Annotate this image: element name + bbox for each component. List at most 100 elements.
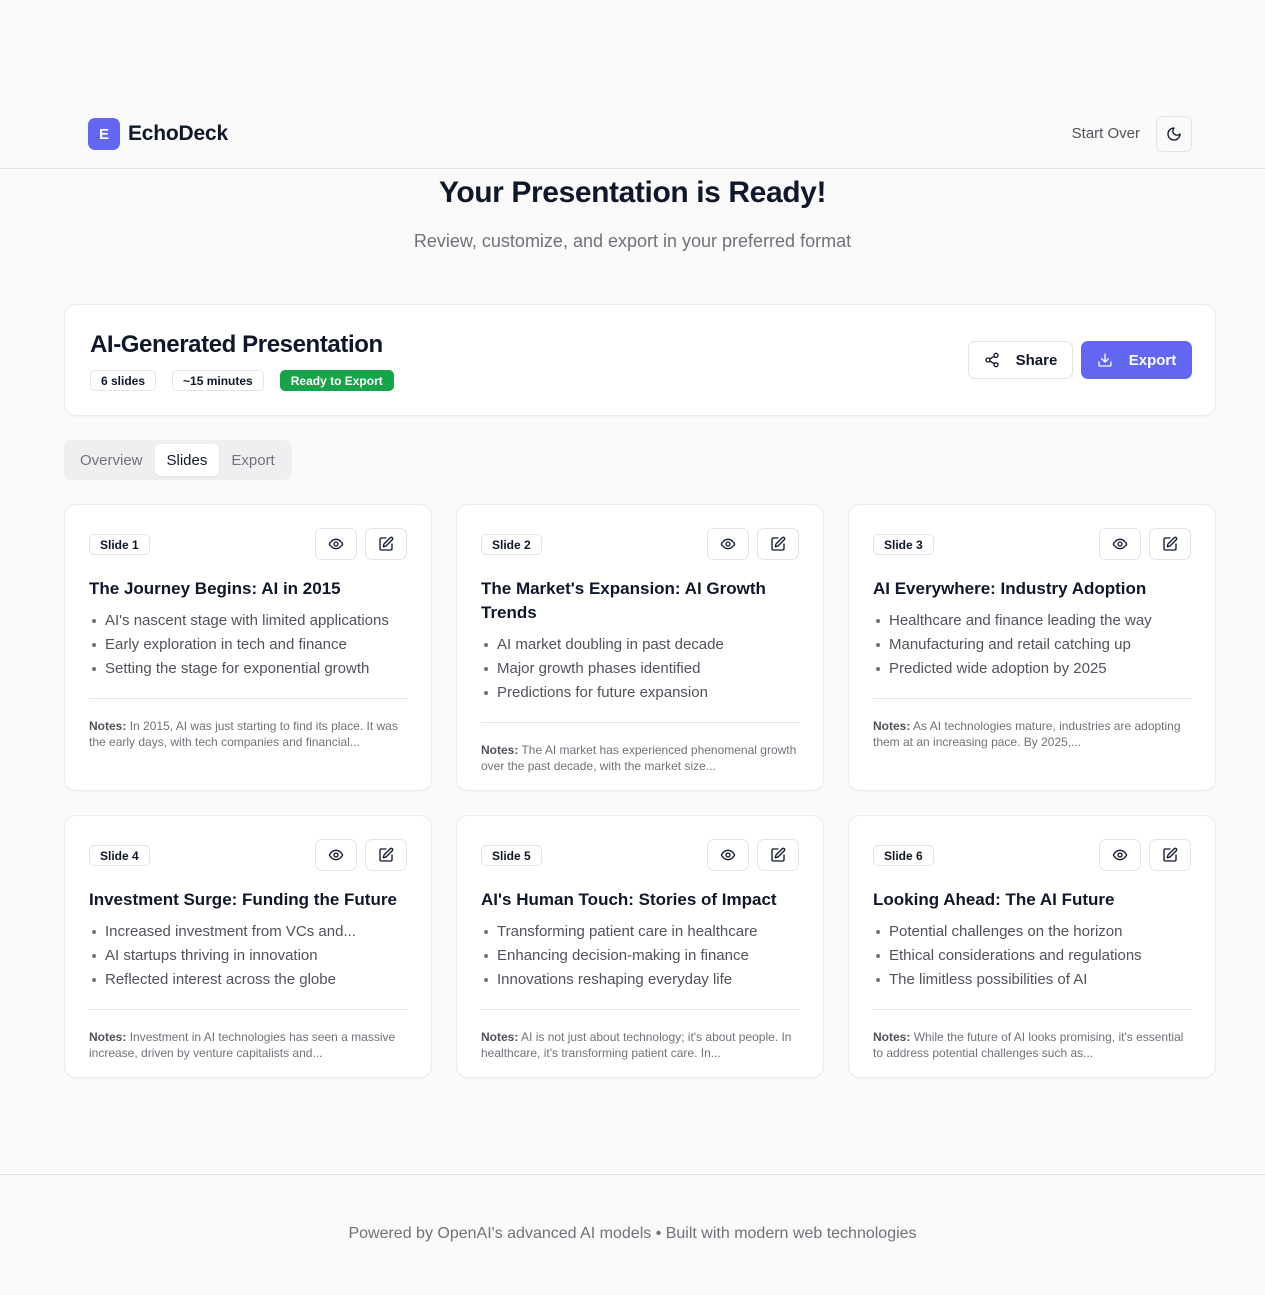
- slide-title: Investment Surge: Funding the Future: [89, 890, 397, 909]
- slide-title: AI Everywhere: Industry Adoption: [873, 579, 1147, 598]
- edit-icon: [378, 847, 394, 863]
- slide-bullet: Ethical considerations and regulations: [873, 944, 1193, 968]
- slide-card: Slide 5 AI's Human Touch: Stories of Imp…: [456, 815, 824, 1078]
- slide-bullet: Increased investment from VCs and...: [89, 920, 409, 944]
- edit-slide-button[interactable]: [1149, 528, 1191, 560]
- tab-export[interactable]: Export: [219, 444, 286, 476]
- slide-number-badge: Slide 1: [89, 534, 150, 555]
- eye-icon: [1112, 536, 1128, 552]
- preview-slide-button[interactable]: [1099, 839, 1141, 871]
- notes-text: Investment in AI technologies has seen a…: [89, 1030, 396, 1060]
- tab-slides[interactable]: Slides: [154, 444, 220, 476]
- slide-number-badge: Slide 4: [89, 845, 150, 866]
- slide-bullets: AI's nascent stage with limited applicat…: [89, 609, 409, 681]
- eye-icon: [720, 536, 736, 552]
- notes-label: Notes:: [481, 743, 519, 757]
- eye-icon: [1112, 847, 1128, 863]
- slide-bullets: Healthcare and finance leading the way Ma…: [873, 609, 1193, 681]
- slide-bullets: Increased investment from VCs and... AI s…: [89, 920, 409, 992]
- app-header: E EchoDeck Start Over: [0, 99, 1265, 169]
- slide-number-badge: Slide 2: [481, 534, 542, 555]
- preview-slide-button[interactable]: [707, 839, 749, 871]
- slide-bullets: Potential challenges on the horizon Ethic…: [873, 920, 1193, 992]
- slide-notes: Notes: As AI technologies mature, indust…: [873, 718, 1193, 750]
- slide-bullet: AI's nascent stage with limited applicat…: [89, 609, 409, 633]
- theme-toggle-button[interactable]: [1156, 116, 1192, 152]
- notes-label: Notes:: [873, 1030, 911, 1044]
- slide-number-badge: Slide 6: [873, 845, 934, 866]
- slide-notes: Notes: AI is not just about technology; …: [481, 1029, 801, 1061]
- edit-icon: [1162, 847, 1178, 863]
- notes-label: Notes:: [89, 719, 127, 733]
- slide-bullet: Potential challenges on the horizon: [873, 920, 1193, 944]
- notes-label: Notes:: [481, 1030, 519, 1044]
- slide-divider: [89, 1009, 408, 1010]
- slide-divider: [481, 1009, 800, 1010]
- notes-text: AI is not just about technology; it's ab…: [481, 1030, 792, 1060]
- slide-bullet: Innovations reshaping everyday life: [481, 968, 801, 992]
- notes-label: Notes:: [873, 719, 911, 733]
- preview-slide-button[interactable]: [315, 528, 357, 560]
- slide-bullet: Early exploration in tech and finance: [89, 633, 409, 657]
- page-subtitle: Review, customize, and export in your pr…: [413, 231, 852, 251]
- notes-text: As AI technologies mature, industries ar…: [873, 719, 1181, 749]
- logo[interactable]: E EchoDeck: [88, 118, 228, 150]
- slide-bullet: Predicted wide adoption by 2025: [873, 657, 1193, 681]
- presentation-summary-card: AI-Generated Presentation 6 slides ~15 m…: [64, 304, 1216, 416]
- slide-bullet: AI startups thriving in innovation: [89, 944, 409, 968]
- slide-notes: Notes: In 2015, AI was just starting to …: [89, 718, 409, 750]
- slide-card: Slide 4 Investment Surge: Funding the Fu…: [64, 815, 432, 1078]
- footer-divider: [0, 1174, 1265, 1175]
- tab-overview[interactable]: Overview: [68, 444, 155, 476]
- slide-bullet: Enhancing decision-making in finance: [481, 944, 801, 968]
- slide-bullet: The limitless possibilities of AI: [873, 968, 1193, 992]
- slide-bullet: Setting the stage for exponential growth: [89, 657, 409, 681]
- slide-title: Looking Ahead: The AI Future: [873, 890, 1115, 909]
- preview-slide-button[interactable]: [707, 528, 749, 560]
- slide-number-badge: Slide 5: [481, 845, 542, 866]
- slide-notes: Notes: The AI market has experienced phe…: [481, 742, 801, 774]
- start-over-button[interactable]: Start Over: [1072, 125, 1140, 142]
- preview-slide-button[interactable]: [315, 839, 357, 871]
- slide-divider: [873, 1009, 1192, 1010]
- notes-label: Notes:: [89, 1030, 127, 1044]
- view-tabs: Overview Slides Export: [64, 440, 292, 480]
- edit-icon: [378, 536, 394, 552]
- slide-bullet: Manufacturing and retail catching up: [873, 633, 1193, 657]
- slide-bullet: Reflected interest across the globe: [89, 968, 409, 992]
- slide-card: Slide 2 The Market's Expansion: AI Growt…: [456, 504, 824, 791]
- notes-text: In 2015, AI was just starting to find it…: [89, 719, 398, 749]
- slide-bullets: Transforming patient care in healthcare E…: [481, 920, 801, 992]
- share-button[interactable]: Share: [968, 341, 1073, 379]
- slide-divider: [873, 698, 1192, 699]
- eye-icon: [328, 847, 344, 863]
- slide-bullet: AI market doubling in past decade: [481, 633, 801, 657]
- edit-slide-button[interactable]: [365, 839, 407, 871]
- slide-notes: Notes: While the future of AI looks prom…: [873, 1029, 1193, 1061]
- slide-bullets: AI market doubling in past decade Major g…: [481, 633, 801, 705]
- edit-slide-button[interactable]: [757, 839, 799, 871]
- export-button[interactable]: Export: [1081, 341, 1192, 379]
- eye-icon: [720, 847, 736, 863]
- share-icon: [984, 352, 1000, 368]
- notes-text: While the future of AI looks promising, …: [873, 1030, 1184, 1060]
- edit-slide-button[interactable]: [757, 528, 799, 560]
- edit-slide-button[interactable]: [365, 528, 407, 560]
- footer-text: Powered by OpenAI's advanced AI models •…: [348, 1225, 917, 1242]
- preview-slide-button[interactable]: [1099, 528, 1141, 560]
- download-icon: [1097, 352, 1113, 368]
- slide-title: The Journey Begins: AI in 2015: [89, 579, 341, 598]
- slide-bullet: Major growth phases identified: [481, 657, 801, 681]
- slide-bullet: Transforming patient care in healthcare: [481, 920, 801, 944]
- duration-badge: ~15 minutes: [172, 370, 264, 391]
- status-badge: Ready to Export: [279, 370, 394, 391]
- edit-icon: [770, 536, 786, 552]
- edit-slide-button[interactable]: [1149, 839, 1191, 871]
- slide-title: AI's Human Touch: Stories of Impact: [481, 890, 777, 909]
- slide-card: Slide 3 AI Everywhere: Industry Adoption…: [848, 504, 1216, 791]
- slide-title: The Market's Expansion: AI Growth Trends: [481, 579, 766, 622]
- slide-number-badge: Slide 3: [873, 534, 934, 555]
- edit-icon: [1162, 536, 1178, 552]
- eye-icon: [328, 536, 344, 552]
- notes-text: The AI market has experienced phenomenal…: [481, 743, 797, 773]
